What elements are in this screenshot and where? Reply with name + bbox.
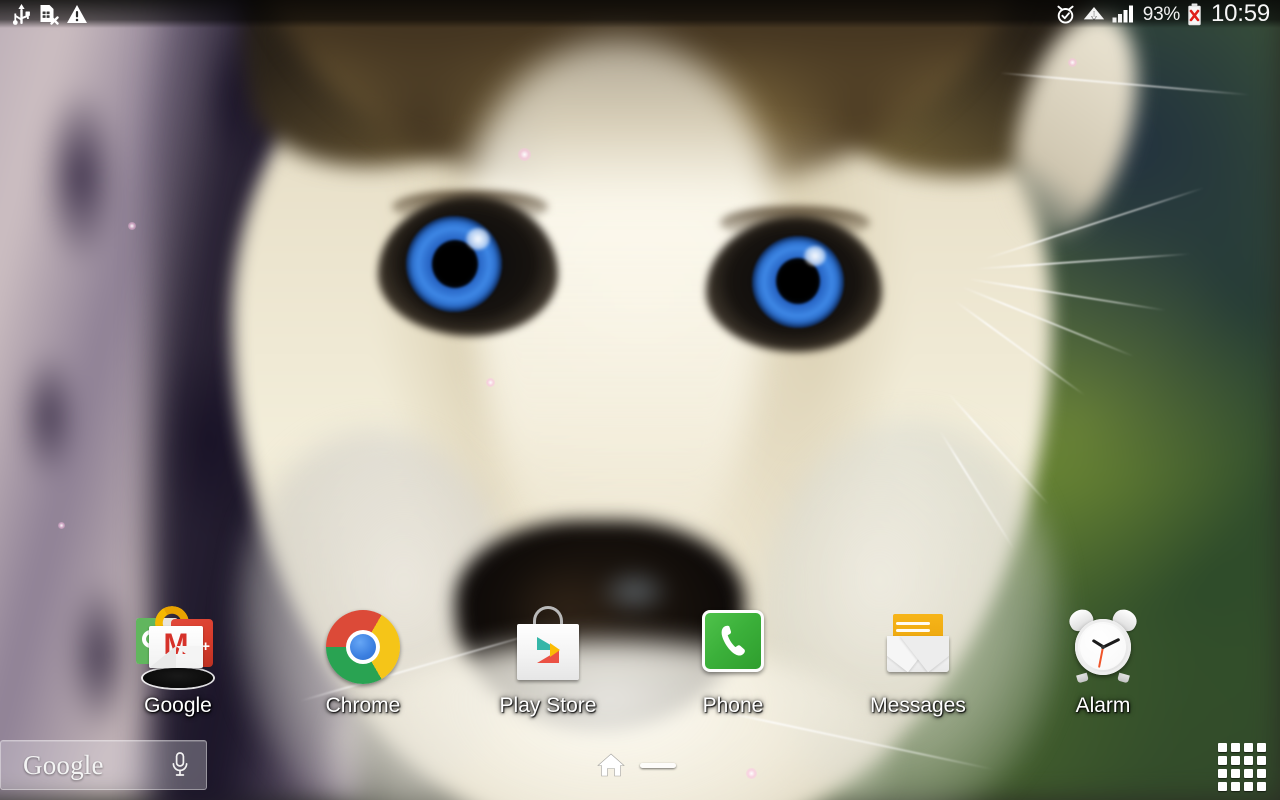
apps-grid-cell: [1231, 782, 1240, 791]
messages-icon: [875, 604, 961, 690]
home-app-row: + M Google Chrome Play Store Phone Messa…: [0, 604, 1280, 724]
warning-triangle-icon: [67, 5, 87, 23]
alarm-clock-icon: [1060, 604, 1146, 690]
page-indicator-dot[interactable]: [640, 762, 676, 768]
app-label-messages: Messages: [870, 694, 966, 717]
status-bar-right-icons: 93% 10:59: [1055, 2, 1280, 26]
apps-grid-cell: [1231, 743, 1240, 752]
app-google-folder[interactable]: + M Google: [113, 604, 243, 718]
google-wordmark: Google: [23, 749, 104, 780]
wallpaper-dog-eye-right: [706, 206, 882, 352]
microphone-icon[interactable]: [170, 751, 190, 779]
apps-grid-cell: [1244, 782, 1253, 791]
apps-grid-cell: [1244, 743, 1253, 752]
apps-grid-cell: [1218, 756, 1227, 765]
wallpaper-sparkle: [518, 148, 531, 161]
wallpaper-dog-eye-left: [378, 190, 558, 336]
app-messages[interactable]: Messages: [853, 604, 983, 718]
app-label-alarm: Alarm: [1075, 694, 1131, 717]
app-label-play-store: Play Store: [499, 694, 597, 717]
handset-glyph-icon: [721, 625, 745, 656]
app-label-chrome: Chrome: [325, 694, 401, 717]
gmail-icon: M: [149, 626, 203, 668]
signal-bars-icon: [1112, 5, 1133, 23]
google-folder-icon: + M: [135, 604, 221, 690]
app-label-phone: Phone: [702, 694, 764, 717]
wallpaper-sparkle: [58, 522, 65, 529]
apps-grid-cell: [1218, 769, 1227, 778]
battery-error-icon: [1188, 3, 1201, 25]
apps-grid-cell: [1257, 782, 1266, 791]
play-store-icon: [505, 604, 591, 690]
apps-grid-cell: [1218, 782, 1227, 791]
chrome-icon: [320, 604, 406, 690]
app-chrome[interactable]: Chrome: [298, 604, 428, 718]
home-icon[interactable]: [596, 751, 626, 779]
battery-percent-label: 93%: [1142, 3, 1180, 25]
app-play-store[interactable]: Play Store: [483, 604, 613, 718]
apps-grid-cell: [1257, 769, 1266, 778]
app-drawer-button[interactable]: [1216, 741, 1268, 793]
usb-icon: [12, 3, 30, 25]
apps-grid-cell: [1231, 769, 1240, 778]
status-bar[interactable]: 93% 10:59: [0, 0, 1280, 28]
wifi-icon: [1083, 7, 1104, 21]
status-bar-left-icons: [0, 3, 88, 25]
app-phone[interactable]: Phone: [668, 604, 798, 718]
wallpaper-sparkle: [1068, 58, 1077, 67]
wallpaper-sparkle: [486, 378, 495, 387]
apps-grid-cell: [1257, 743, 1266, 752]
alarm-set-icon: [1057, 5, 1074, 24]
page-indicator: [596, 748, 686, 782]
apps-grid-cell: [1218, 743, 1227, 752]
status-bar-clock: 10:59: [1210, 0, 1270, 27]
sim-card-missing-icon: [40, 4, 59, 25]
folder-base-icon: [143, 668, 213, 688]
apps-grid-cell: [1257, 756, 1266, 765]
app-label-google: Google: [144, 694, 212, 717]
apps-grid-cell: [1244, 769, 1253, 778]
google-search-widget[interactable]: Google: [0, 740, 207, 790]
app-alarm[interactable]: Alarm: [1038, 604, 1168, 718]
phone-icon: [690, 604, 776, 690]
apps-grid-cell: [1231, 756, 1240, 765]
apps-grid-cell: [1244, 756, 1253, 765]
wallpaper-sparkle: [128, 222, 136, 230]
wallpaper-sparkle: [746, 768, 757, 779]
android-home-screen: 93% 10:59 + M Google Chrome Play Store P…: [0, 0, 1280, 800]
